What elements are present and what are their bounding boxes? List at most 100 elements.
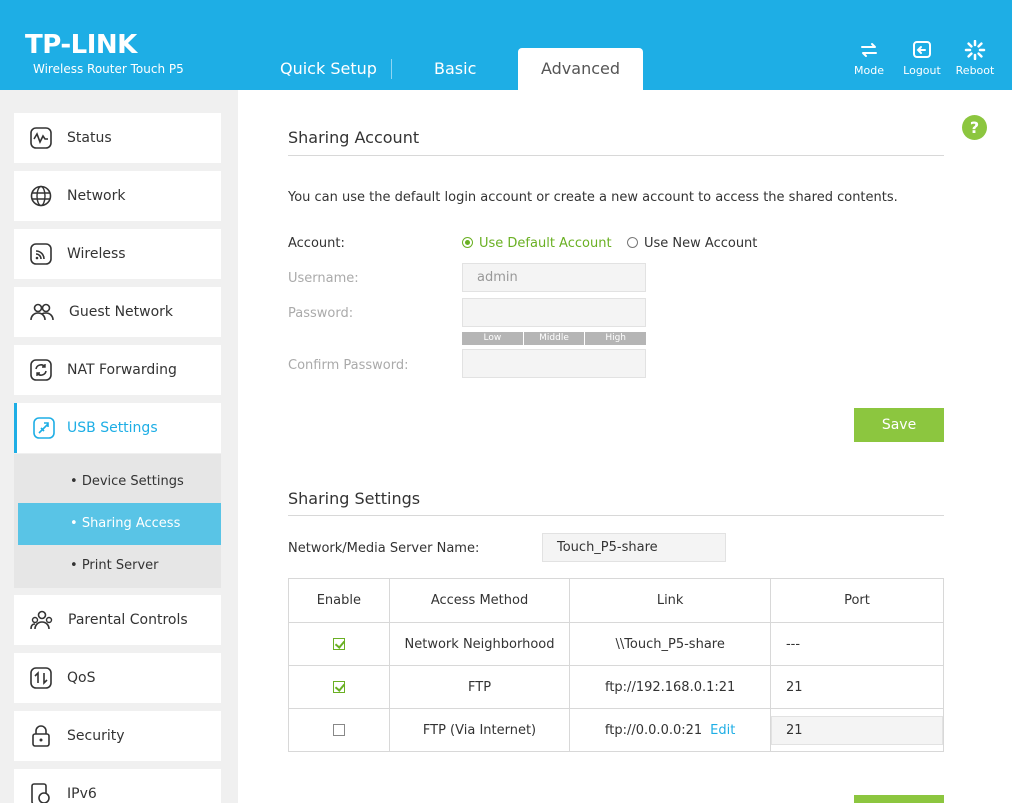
username-label: Username: (288, 271, 359, 286)
save-button[interactable]: Save (854, 408, 944, 442)
sidebar-item-label: IPv6 (67, 786, 97, 802)
tp-link-logo: TP-LINK (25, 30, 137, 60)
sharing-settings-title: Sharing Settings (288, 489, 421, 508)
sidebar: Status Network Wireless Guest Network NA… (0, 90, 238, 803)
radio-label: Use New Account (644, 236, 758, 251)
sidebar-item-status[interactable]: Status (14, 113, 221, 163)
tab-basic[interactable]: Basic (434, 48, 476, 90)
sidebar-item-label: Status (67, 130, 112, 146)
use-new-account-radio[interactable]: Use New Account (627, 236, 757, 251)
column-header-port: Port (769, 578, 945, 623)
confirm-password-field[interactable] (462, 349, 646, 378)
qos-icon (30, 667, 52, 689)
submenu-item-sharing-access[interactable]: • Sharing Access (18, 503, 221, 545)
table-row: Network Neighborhood \\Touch_P5-share --… (288, 622, 945, 666)
sidebar-item-qos[interactable]: QoS (14, 653, 221, 703)
sidebar-item-label: Guest Network (69, 304, 174, 320)
sidebar-item-usb-settings[interactable]: USB Settings (14, 403, 221, 453)
username-field[interactable]: admin (462, 263, 646, 292)
account-label: Account: (288, 236, 345, 251)
submenu-label: Device Settings (81, 474, 184, 489)
mode-switch-icon (846, 40, 892, 60)
sidebar-item-security[interactable]: Security (14, 711, 221, 761)
reboot-button[interactable]: Reboot (952, 39, 998, 77)
globe-icon (30, 185, 52, 207)
column-header-enable: Enable (288, 578, 390, 623)
strength-low: Low (462, 332, 523, 345)
submenu-item-device-settings[interactable]: • Device Settings (18, 461, 221, 503)
section-divider (288, 515, 944, 516)
sidebar-item-wireless[interactable]: Wireless (14, 229, 221, 279)
sharing-account-title: Sharing Account (288, 128, 420, 147)
nat-icon (30, 359, 52, 381)
table-header-row: Enable Access Method Link Port (288, 578, 945, 623)
reboot-icon (952, 39, 998, 61)
submenu-item-print-server[interactable]: • Print Server (18, 545, 221, 587)
sidebar-item-nat-forwarding[interactable]: NAT Forwarding (14, 345, 221, 395)
sidebar-item-label: USB Settings (67, 420, 158, 436)
tab-quick-setup[interactable]: Quick Setup (280, 48, 377, 90)
server-name-label: Network/Media Server Name: (288, 541, 480, 556)
confirm-password-label: Confirm Password: (288, 358, 409, 373)
sidebar-item-label: Network (67, 188, 126, 204)
router-model-name: Wireless Router Touch P5 (33, 62, 184, 76)
password-field[interactable] (462, 298, 646, 327)
status-icon (30, 127, 52, 149)
sidebar-item-label: Wireless (67, 246, 126, 262)
sidebar-item-network[interactable]: Network (14, 171, 221, 221)
access-method-cell: FTP (Via Internet) (388, 708, 571, 752)
sidebar-item-guest-network[interactable]: Guest Network (14, 287, 221, 337)
access-method-cell: FTP (388, 665, 571, 709)
sidebar-item-label: NAT Forwarding (67, 362, 177, 378)
port-cell: --- (769, 622, 945, 666)
lock-icon (30, 725, 52, 747)
radio-label: Use Default Account (479, 236, 612, 251)
section-divider (288, 155, 944, 156)
submenu-label: Sharing Access (81, 516, 181, 531)
access-method-cell: Network Neighborhood (388, 622, 571, 666)
guest-icon (30, 301, 54, 323)
column-header-link: Link (569, 578, 771, 623)
table-row: FTP ftp://192.168.0.1:21 21 (288, 665, 945, 709)
password-strength-meter: Low Middle High (462, 332, 647, 345)
edit-link[interactable]: Edit (710, 723, 735, 738)
sidebar-item-label: QoS (67, 670, 96, 686)
server-name-field[interactable]: Touch_P5-share (542, 533, 726, 562)
port-input[interactable]: 21 (770, 715, 943, 745)
help-icon[interactable]: ? (962, 115, 987, 140)
sidebar-item-label: Security (67, 728, 125, 744)
tab-advanced[interactable]: Advanced (518, 48, 643, 90)
sharing-methods-table: Enable Access Method Link Port Network N… (288, 578, 945, 752)
enable-checkbox[interactable] (332, 681, 345, 693)
table-row: FTP (Via Internet) ftp://0.0.0.0:21 Edit … (288, 708, 945, 752)
sharing-account-description: You can use the default login account or… (288, 190, 898, 205)
logout-label: Logout (903, 64, 941, 77)
radio-selected-icon (462, 237, 473, 248)
enable-checkbox[interactable] (332, 638, 345, 650)
logout-button[interactable]: Logout (899, 40, 945, 77)
usb-submenu: • Device Settings • Sharing Access • Pri… (14, 454, 221, 588)
mode-button[interactable]: Mode (846, 40, 892, 77)
link-cell: ftp://192.168.0.1:21 (569, 665, 771, 709)
use-default-account-radio[interactable]: Use Default Account (462, 236, 612, 251)
tab-divider (391, 59, 392, 79)
sharing-settings-save-button[interactable] (854, 795, 944, 803)
sidebar-item-ipv6[interactable]: IPv6 (14, 769, 221, 803)
logout-icon (899, 40, 945, 60)
ipv6-icon (30, 783, 52, 803)
password-label: Password: (288, 306, 354, 321)
port-cell: 21 (769, 708, 945, 752)
strength-middle: Middle (523, 332, 585, 345)
sidebar-item-parental-controls[interactable]: Parental Controls (14, 595, 221, 645)
submenu-label: Print Server (81, 558, 159, 573)
link-cell: ftp://0.0.0.0:21 Edit (569, 708, 771, 752)
parental-icon (30, 609, 53, 631)
mode-label: Mode (854, 64, 884, 77)
reboot-label: Reboot (955, 64, 995, 77)
usb-icon (33, 417, 55, 439)
port-cell: 21 (769, 665, 945, 709)
top-header: TP-LINK Wireless Router Touch P5 Quick S… (0, 0, 1012, 90)
sidebar-item-label: Parental Controls (68, 612, 188, 628)
strength-high: High (585, 332, 647, 345)
enable-checkbox[interactable] (332, 724, 345, 736)
